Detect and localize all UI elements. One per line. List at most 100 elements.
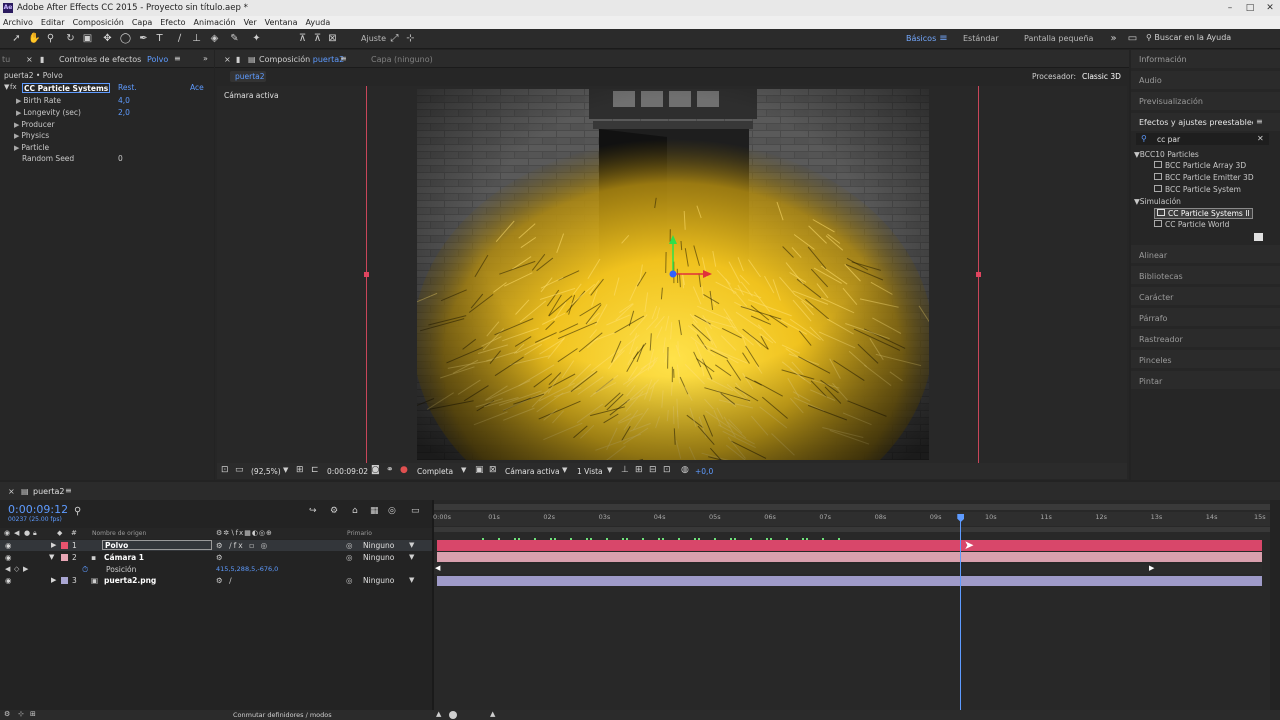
close-tab-icon[interactable]: ×: [224, 55, 231, 64]
selection-tool-icon[interactable]: ➚: [10, 32, 23, 45]
zoom-dropdown-icon[interactable]: ▼: [283, 466, 288, 474]
pixel-aspect-icon[interactable]: ⊥: [621, 465, 629, 475]
search-help-field[interactable]: ⚲ Buscar en la Ayuda: [1146, 33, 1231, 42]
position-value[interactable]: 415,5,288,5,-676,0: [216, 565, 278, 573]
section-pinceles[interactable]: Pinceles: [1139, 356, 1172, 365]
menu-editar[interactable]: Editar: [41, 18, 65, 27]
roto-brush-tool-icon[interactable]: ✎: [228, 32, 241, 45]
tab-layer[interactable]: Capa (ninguno): [371, 55, 433, 64]
more-workspaces-icon[interactable]: »: [1107, 32, 1120, 45]
shy-icon[interactable]: ⌂: [352, 506, 358, 516]
always-preview-icon[interactable]: ⊡: [221, 465, 229, 475]
expand-icon[interactable]: ▶: [14, 144, 19, 152]
project-tab[interactable]: tu: [2, 55, 10, 64]
effect-prop-row[interactable]: ▶ Physics: [14, 131, 49, 142]
birth-rate-value[interactable]: 4,0: [118, 96, 130, 105]
view-axis-icon[interactable]: ⊠: [326, 32, 339, 45]
effect-about-link[interactable]: Ace: [190, 83, 204, 92]
eye-icon[interactable]: ◉: [5, 553, 12, 562]
expand-icon[interactable]: ▶: [14, 132, 19, 140]
add-keyframe-icon[interactable]: ◇: [14, 565, 19, 573]
effect-reset-link[interactable]: Rest.: [118, 83, 137, 92]
snap-icon[interactable]: ⤢: [388, 32, 401, 45]
menu-ver[interactable]: Ver: [244, 18, 257, 27]
transfer-controls-toggle-icon[interactable]: ⊹: [18, 710, 24, 718]
new-preset-icon[interactable]: [1254, 233, 1263, 241]
lock-icon[interactable]: ▮: [236, 55, 240, 64]
layer-row-polvo[interactable]: ◉ ▶ 1 Polvo ⚙ ∕fx ▫ ◎ ◎ Ninguno ▼: [0, 540, 432, 551]
position-keyframe-track[interactable]: [434, 564, 1262, 574]
layer-duration-bar-polvo[interactable]: [437, 538, 1262, 551]
zoom-tool-icon[interactable]: ⚲: [44, 32, 57, 45]
label-color-swatch[interactable]: [61, 542, 68, 549]
rotate-tool-icon[interactable]: ↻: [64, 32, 77, 45]
section-audio[interactable]: Audio: [1139, 76, 1162, 85]
exposure-value[interactable]: +0,0: [695, 467, 713, 476]
effect-expand-icon[interactable]: ▼: [4, 83, 9, 91]
view-layout-dropdown-icon[interactable]: ▼: [607, 466, 612, 474]
effect-item[interactable]: BCC Particle Emitter 3D: [1154, 173, 1254, 182]
layer-parent-select[interactable]: Ninguno: [363, 576, 394, 585]
guide-handle-left[interactable]: [364, 272, 369, 277]
snap-options-icon[interactable]: ⊹: [404, 32, 417, 45]
current-time[interactable]: 0:00:09:12: [8, 503, 68, 516]
view-layout-select[interactable]: 1 Vista: [577, 467, 603, 476]
stopwatch-icon[interactable]: ⏱︎: [82, 565, 88, 575]
eraser-tool-icon[interactable]: ◈: [208, 32, 221, 45]
pickwhip-icon[interactable]: ◎: [346, 553, 353, 562]
keyframe-start-icon[interactable]: ◀: [435, 564, 440, 572]
panel-menu-icon[interactable]: ≡: [65, 486, 72, 495]
ellipse-tool-icon[interactable]: ◯: [119, 32, 132, 45]
section-bibliotecas[interactable]: Bibliotecas: [1139, 272, 1183, 281]
snap-label[interactable]: Ajuste: [361, 34, 386, 43]
puppet-pin-tool-icon[interactable]: ✦: [250, 32, 263, 45]
motion-blur-icon[interactable]: ◎: [388, 506, 396, 516]
viewer-timecode[interactable]: 0:00:09:02: [327, 467, 368, 476]
brush-tool-icon[interactable]: ∕: [173, 32, 186, 45]
close-tab-icon[interactable]: ×: [26, 55, 33, 64]
anchor-point[interactable]: [669, 270, 677, 278]
zoom-slider-handle[interactable]: [449, 711, 457, 719]
effect-controls-layer[interactable]: Polvo: [147, 55, 168, 64]
expand-icon[interactable]: ▶: [16, 97, 21, 105]
pan-behind-tool-icon[interactable]: ✥: [101, 32, 114, 45]
effect-prop-row[interactable]: ▶ Producer: [14, 120, 55, 131]
section-alinear[interactable]: Alinear: [1139, 251, 1167, 260]
position-property-row[interactable]: ◀ ◇ ▶ ⏱︎ Posición 415,5,288,5,-676,0: [0, 564, 432, 575]
eye-icon[interactable]: ◉: [5, 576, 12, 585]
layer-parent-select[interactable]: Ninguno: [363, 553, 394, 562]
flowchart-icon[interactable]: ⊡: [663, 465, 671, 475]
playhead[interactable]: [960, 514, 962, 710]
workspace-estandar[interactable]: Estándar: [963, 34, 999, 43]
camera-tool-icon[interactable]: ▣: [81, 32, 94, 45]
workspace-basicos[interactable]: Básicos: [906, 34, 936, 43]
monitor-icon[interactable]: ▭: [235, 465, 244, 475]
clear-search-icon[interactable]: ✕: [1257, 134, 1264, 143]
label-color-swatch[interactable]: [61, 554, 68, 561]
hand-tool-icon[interactable]: ✋: [28, 32, 41, 45]
layer-duration-bar-puerta2[interactable]: [437, 576, 1262, 586]
time-graph[interactable]: ◀ ▶ ➤: [434, 500, 1270, 710]
minimize-icon[interactable]: –: [1220, 0, 1240, 16]
menu-efecto[interactable]: Efecto: [160, 18, 185, 27]
region-of-interest-icon[interactable]: ▣: [475, 465, 484, 475]
maximize-icon[interactable]: □: [1240, 0, 1260, 16]
effects-search-value[interactable]: cc par: [1157, 135, 1180, 144]
effect-item-selected[interactable]: CC Particle Systems II: [1154, 208, 1253, 219]
tab-composition[interactable]: Composición puerta2: [259, 55, 344, 64]
expand-icon[interactable]: ▶: [16, 109, 21, 117]
section-effects-presets[interactable]: Efectos y ajustes preestablecidos: [1139, 118, 1253, 127]
layer-parent-select[interactable]: Ninguno: [363, 541, 394, 550]
close-icon[interactable]: ✕: [1260, 0, 1280, 16]
menu-ayuda[interactable]: Ayuda: [306, 18, 331, 27]
section-informacion[interactable]: Información: [1139, 55, 1187, 64]
next-keyframe-icon[interactable]: ▶: [23, 565, 28, 573]
label-color-swatch[interactable]: [61, 577, 68, 584]
workspace-menu-icon[interactable]: ≡: [937, 32, 950, 45]
section-rastreador[interactable]: Rastreador: [1139, 335, 1183, 344]
layer-switches-icons[interactable]: ⚙ ∕fx ▫ ◎: [216, 541, 269, 550]
pen-tool-icon[interactable]: ✒: [137, 32, 150, 45]
longevity-value[interactable]: 2,0: [118, 108, 130, 117]
panel-menu-icon[interactable]: ≡: [174, 54, 181, 63]
expand-icon[interactable]: ▶: [14, 121, 19, 129]
